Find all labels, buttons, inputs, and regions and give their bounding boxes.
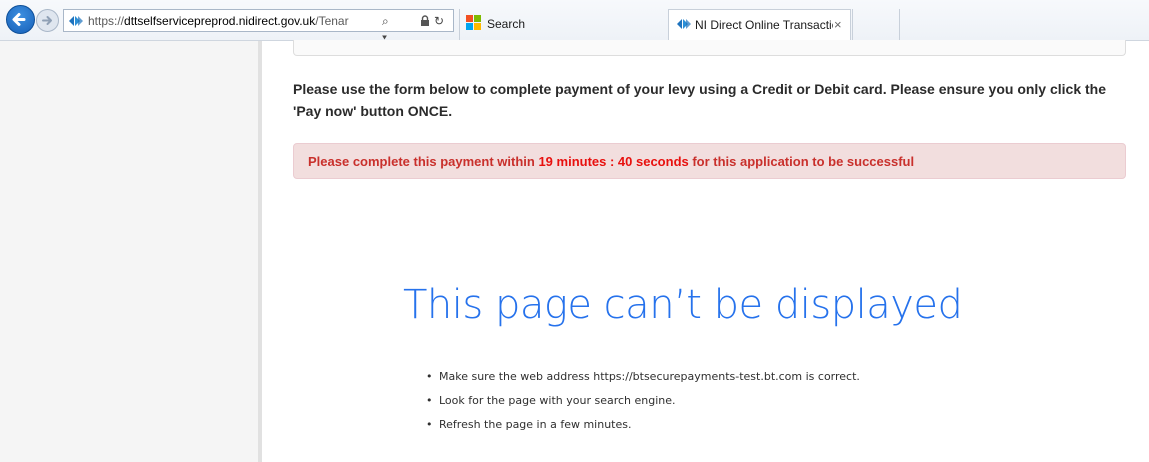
address-bar[interactable]: https://dttselfservicepreprod.nidirect.g… bbox=[63, 9, 454, 44]
forward-arrow-icon bbox=[42, 16, 52, 25]
list-item: Look for the page with your search engin… bbox=[426, 392, 860, 416]
address-url[interactable]: https://dttselfservicepreprod.nidirect.g… bbox=[88, 14, 378, 29]
nidirect-icon bbox=[677, 19, 691, 29]
url-domain: dttselfservicepreprod.nidirect.gov.uk bbox=[124, 14, 316, 28]
url-path: /Tenar bbox=[315, 14, 349, 28]
new-tab-button[interactable] bbox=[852, 9, 900, 40]
lock-icon[interactable] bbox=[420, 13, 430, 31]
tab-label: Search bbox=[487, 17, 526, 31]
tab-search[interactable]: Search bbox=[459, 9, 661, 40]
site-favicon-icon bbox=[69, 16, 83, 26]
back-button[interactable] bbox=[6, 5, 35, 34]
alert-text: Please complete this payment within 19 m… bbox=[308, 154, 914, 170]
back-arrow-icon bbox=[12, 13, 26, 26]
alert-text-after: for this application to be successful bbox=[688, 154, 915, 169]
list-item: Refresh the page in a few minutes. bbox=[426, 416, 860, 440]
bing-search-icon bbox=[466, 15, 481, 30]
countdown-timer: 19 minutes : 40 seconds bbox=[538, 154, 689, 169]
error-suggestions: Make sure the web address https://btsecu… bbox=[426, 368, 860, 440]
tab-ni-direct[interactable]: NI Direct Online Transactio... × bbox=[668, 9, 851, 40]
error-heading: This page can’t be displayed bbox=[403, 282, 963, 328]
tab-label: NI Direct Online Transactio... bbox=[695, 18, 833, 32]
close-tab-icon[interactable]: × bbox=[834, 17, 842, 32]
payment-instructions: Please use the form below to complete pa… bbox=[293, 81, 1107, 119]
browser-toolbar: https://dttselfservicepreprod.nidirect.g… bbox=[0, 0, 1149, 44]
alert-text-before: Please complete this payment within bbox=[308, 154, 539, 169]
list-item: Make sure the web address https://btsecu… bbox=[426, 368, 860, 392]
refresh-icon[interactable]: ↻ bbox=[434, 13, 444, 29]
forward-button[interactable] bbox=[36, 9, 59, 32]
url-scheme: https:// bbox=[88, 14, 125, 28]
payment-timer-alert: Please complete this payment within 19 m… bbox=[293, 143, 1126, 179]
top-panel bbox=[293, 40, 1126, 56]
left-sidebar bbox=[0, 41, 262, 462]
